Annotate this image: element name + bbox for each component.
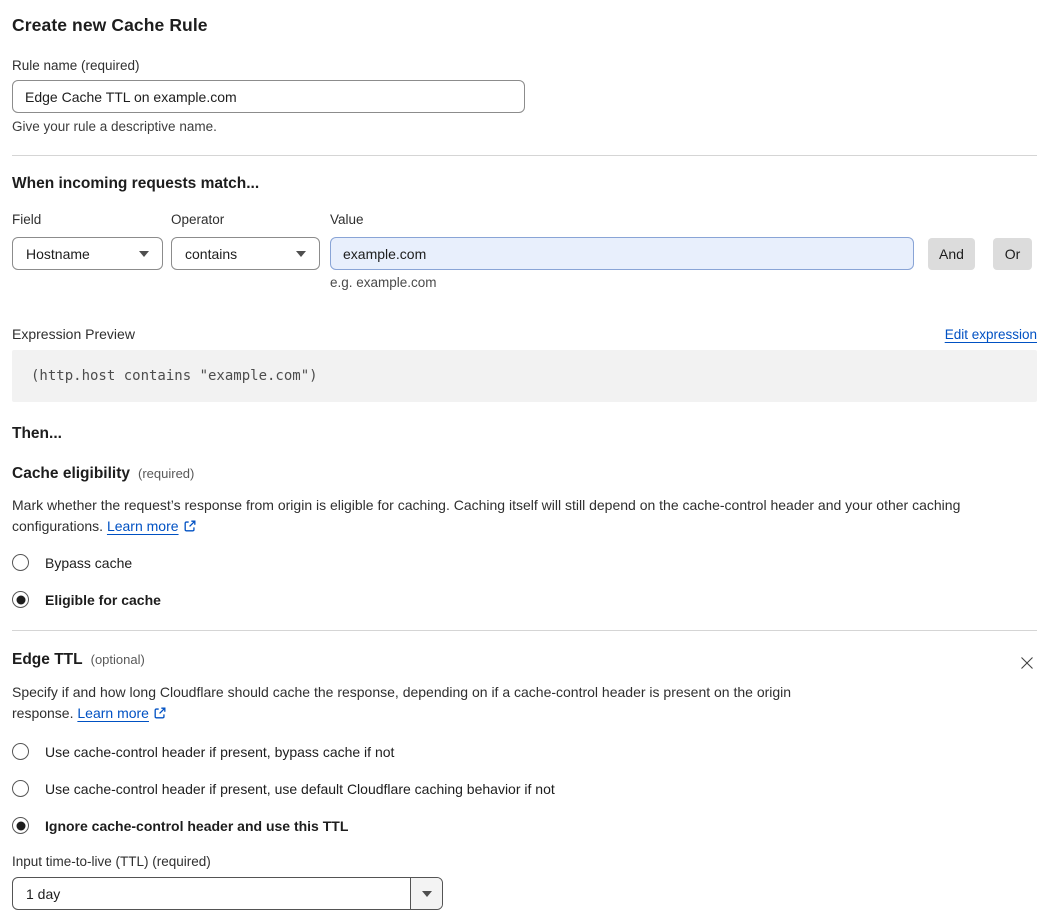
ttl-dropdown-button[interactable] bbox=[410, 878, 442, 909]
radio-eligible-for-cache[interactable]: Eligible for cache bbox=[12, 591, 1037, 608]
close-icon[interactable] bbox=[1017, 653, 1037, 673]
chevron-down-icon bbox=[296, 250, 306, 257]
radio-icon-checked bbox=[12, 817, 29, 834]
chevron-down-icon bbox=[139, 250, 149, 257]
chevron-down-icon bbox=[421, 890, 432, 897]
and-button[interactable]: And bbox=[928, 237, 975, 270]
rule-name-help: Give your rule a descriptive name. bbox=[12, 119, 217, 134]
radio-ignore-header-use-ttl[interactable]: Ignore cache-control header and use this… bbox=[12, 817, 1037, 834]
edge-ttl-qualifier: (optional) bbox=[90, 652, 145, 667]
expression-preview-label: Expression Preview bbox=[12, 326, 135, 342]
edge-ttl-title: Edge TTL bbox=[12, 651, 83, 668]
section-divider bbox=[12, 155, 1037, 156]
operator-select-value: contains bbox=[185, 245, 238, 262]
edge-ttl-learn-more-link[interactable]: Learn more bbox=[77, 705, 149, 721]
radio-use-header-bypass[interactable]: Use cache-control header if present, byp… bbox=[12, 743, 1037, 760]
expression-preview-box: (http.host contains "example.com") bbox=[12, 350, 1037, 402]
expression-text: (http.host contains "example.com") bbox=[31, 368, 318, 384]
field-select-value: Hostname bbox=[26, 245, 90, 262]
then-heading: Then... bbox=[12, 425, 62, 442]
builder-row: Hostname contains And Or bbox=[12, 237, 1037, 270]
ttl-select-value: 1 day bbox=[26, 885, 61, 902]
radio-label: Ignore cache-control header and use this… bbox=[45, 817, 349, 834]
value-hint: e.g. example.com bbox=[330, 275, 437, 290]
expression-preview-row: Expression Preview Edit expression bbox=[12, 326, 1037, 342]
radio-use-header-default[interactable]: Use cache-control header if present, use… bbox=[12, 780, 1037, 797]
match-heading: When incoming requests match... bbox=[12, 175, 260, 192]
operator-label: Operator bbox=[171, 212, 225, 227]
cache-eligibility-title: Cache eligibility bbox=[12, 465, 131, 482]
cache-eligibility-description: Mark whether the request’s response from… bbox=[12, 495, 1037, 539]
operator-select[interactable]: contains bbox=[171, 237, 320, 270]
builder-labels: Field Operator Value bbox=[12, 212, 1037, 227]
radio-bypass-cache[interactable]: Bypass cache bbox=[12, 554, 1037, 571]
radio-label: Bypass cache bbox=[45, 554, 133, 571]
cache-eligibility-heading: Cache eligibility (required) bbox=[12, 465, 1037, 483]
value-label: Value bbox=[330, 212, 364, 227]
radio-label: Use cache-control header if present, byp… bbox=[45, 743, 395, 760]
radio-icon bbox=[12, 780, 29, 797]
radio-icon-checked bbox=[12, 591, 29, 608]
ttl-input-label: Input time-to-live (TTL) (required) bbox=[12, 854, 211, 869]
value-input[interactable] bbox=[330, 237, 914, 270]
edge-ttl-heading: Edge TTL (optional) bbox=[12, 651, 1037, 673]
cache-eligibility-qualifier: (required) bbox=[138, 466, 195, 481]
rule-name-input[interactable] bbox=[12, 80, 525, 113]
create-cache-rule-form: Create new Cache Rule Rule name (require… bbox=[0, 0, 1058, 910]
rule-name-label: Rule name (required) bbox=[12, 58, 140, 73]
field-select[interactable]: Hostname bbox=[12, 237, 163, 270]
cache-eligibility-learn-more-link[interactable]: Learn more bbox=[107, 518, 179, 534]
radio-label: Use cache-control header if present, use… bbox=[45, 780, 555, 797]
external-link-icon bbox=[183, 518, 197, 539]
radio-icon bbox=[12, 743, 29, 760]
section-divider bbox=[12, 630, 1037, 631]
external-link-icon bbox=[153, 705, 167, 726]
page-title: Create new Cache Rule bbox=[12, 15, 208, 35]
radio-label: Eligible for cache bbox=[45, 591, 161, 608]
radio-icon bbox=[12, 554, 29, 571]
edit-expression-link[interactable]: Edit expression bbox=[945, 327, 1037, 342]
ttl-select[interactable]: 1 day bbox=[12, 877, 443, 910]
edge-ttl-description: Specify if and how long Cloudflare shoul… bbox=[12, 682, 842, 726]
or-button[interactable]: Or bbox=[993, 237, 1032, 270]
field-label: Field bbox=[12, 212, 42, 227]
